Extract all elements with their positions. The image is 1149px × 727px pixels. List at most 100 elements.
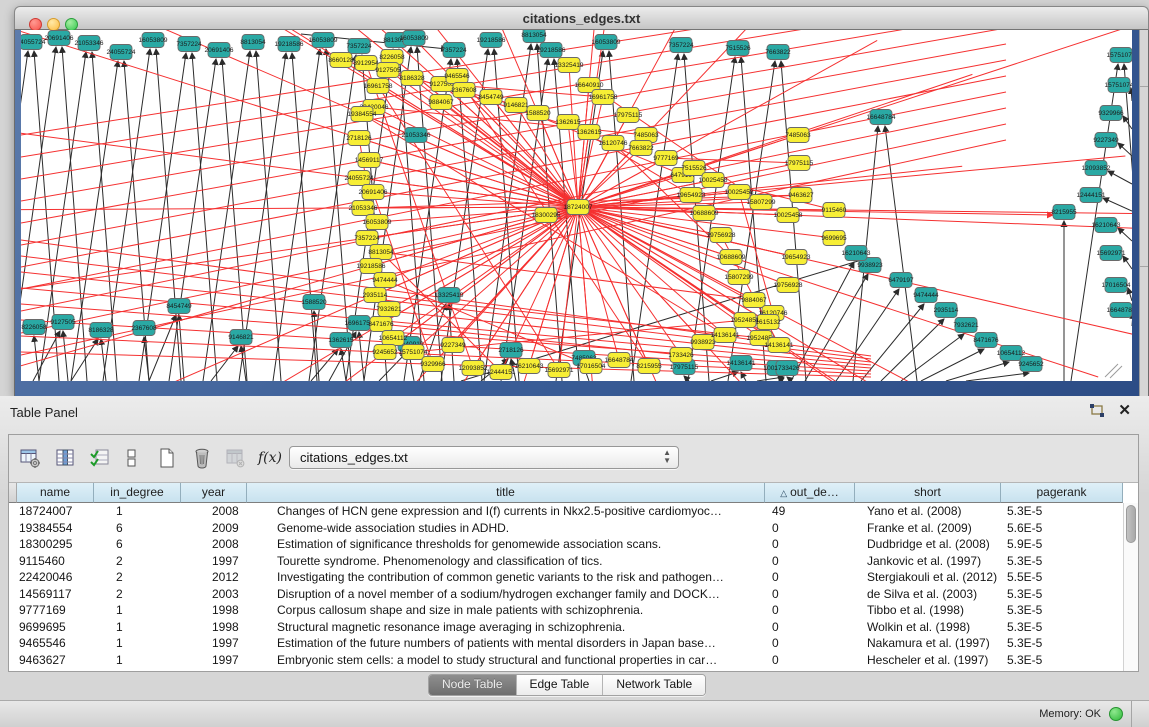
- graph-node[interactable]: 7485063: [785, 128, 811, 143]
- graph-edge[interactable]: [1108, 171, 1132, 184]
- graph-node[interactable]: 14136141: [711, 328, 740, 343]
- graph-node[interactable]: 16648784: [605, 353, 634, 368]
- graph-node[interactable]: 1362615: [328, 333, 354, 348]
- graph-node[interactable]: 7932621: [953, 318, 979, 333]
- graph-node[interactable]: 9127505: [375, 63, 401, 78]
- graph-node[interactable]: 7357224: [176, 37, 202, 52]
- graph-node[interactable]: 9777169: [653, 151, 679, 166]
- table-row[interactable]: 911546021997Tourette syndrome. Phenomeno…: [9, 553, 1123, 570]
- graph-node[interactable]: 20691406: [45, 31, 74, 46]
- graph-edge[interactable]: [21, 44, 1006, 223]
- graph-node[interactable]: 15807299: [725, 270, 754, 285]
- tab-network-table[interactable]: Network Table: [602, 675, 705, 695]
- graph-edge[interactable]: [966, 373, 1029, 381]
- graph-node[interactable]: 2718126: [346, 131, 372, 146]
- table-row[interactable]: 1938455462009Genome-wide association stu…: [9, 520, 1123, 537]
- graph-node[interactable]: 16210643: [1092, 218, 1121, 233]
- table-row[interactable]: 969969511998Structural magnetic resonanc…: [9, 619, 1123, 636]
- graph-edge[interactable]: [901, 334, 964, 381]
- graph-node[interactable]: 8660128: [328, 53, 354, 68]
- close-panel-icon[interactable]: ✕: [1118, 401, 1131, 419]
- graph-node[interactable]: 24055724: [107, 45, 136, 60]
- table-row[interactable]: 946362711997Embryonic stem cells: a mode…: [9, 652, 1123, 669]
- graph-node[interactable]: 21053346: [75, 36, 104, 51]
- graph-node[interactable]: 21053346: [349, 201, 378, 216]
- graph-node[interactable]: 8454749: [166, 299, 192, 314]
- graph-edge[interactable]: [62, 47, 87, 381]
- graph-node[interactable]: 7663822: [765, 45, 791, 60]
- graph-node[interactable]: 8813054: [521, 30, 547, 43]
- graph-node[interactable]: 8813054: [240, 35, 266, 50]
- column-header-short[interactable]: short: [855, 483, 1001, 503]
- graph-edge[interactable]: [578, 207, 1132, 381]
- graph-edge[interactable]: [1131, 88, 1132, 101]
- graph-node[interactable]: 9884067: [428, 95, 454, 110]
- graph-edge[interactable]: [179, 315, 184, 381]
- graph-node[interactable]: 9245652: [1018, 357, 1044, 372]
- graph-node[interactable]: 1733426: [668, 348, 694, 363]
- graph-node[interactable]: 19218586: [275, 37, 304, 52]
- table-row[interactable]: 977716911998Corpus callosum shape and si…: [9, 602, 1123, 619]
- graph-node[interactable]: 1362615: [555, 115, 581, 130]
- graph-node[interactable]: 16053809: [309, 33, 338, 48]
- graph-node[interactable]: 2367608: [451, 83, 477, 98]
- row-height-icon[interactable]: [119, 445, 145, 471]
- table-mode-icon[interactable]: [17, 445, 43, 471]
- tab-edge-table[interactable]: Edge Table: [516, 675, 603, 695]
- graph-node[interactable]: 17975115: [614, 108, 643, 123]
- graph-node[interactable]: 9474444: [913, 288, 939, 303]
- graph-node[interactable]: 8186328: [399, 71, 425, 86]
- graph-node[interactable]: 8215955: [636, 359, 662, 374]
- graph-node[interactable]: 8215955: [1051, 205, 1077, 220]
- graph-node[interactable]: 2367608: [131, 321, 157, 336]
- graph-node[interactable]: 19756928: [774, 278, 803, 293]
- graph-node[interactable]: 12444151: [487, 365, 516, 380]
- graph-edge[interactable]: [326, 49, 351, 381]
- graph-node[interactable]: 15751074: [1107, 48, 1132, 63]
- function-builder-icon[interactable]: f(x): [257, 445, 283, 471]
- graph-node[interactable]: 16053809: [592, 35, 621, 50]
- graph-node[interactable]: 15751074: [1105, 78, 1132, 93]
- graph-node[interactable]: 8471676: [973, 333, 999, 348]
- graph-node[interactable]: 2718126: [498, 343, 524, 358]
- graph-node[interactable]: 19756928: [707, 228, 736, 243]
- graph-node[interactable]: 8226058: [21, 320, 47, 335]
- graph-edge[interactable]: [578, 207, 788, 285]
- column-header-name[interactable]: name: [17, 483, 94, 503]
- graph-node[interactable]: 16961758: [589, 90, 618, 105]
- graph-node[interactable]: 12093852: [459, 361, 488, 376]
- graph-node[interactable]: 9227349: [1093, 133, 1119, 148]
- delete-column-icon[interactable]: [189, 445, 215, 471]
- scrollbar-thumb[interactable]: [1126, 505, 1136, 543]
- table-row[interactable]: 2242004622012Investigating the contribut…: [9, 569, 1123, 586]
- graph-node[interactable]: 7357224: [441, 43, 467, 58]
- graph-node[interactable]: 16648784: [1107, 303, 1132, 318]
- graph-node[interactable]: 1733426: [774, 361, 800, 376]
- graph-node[interactable]: 1362615: [576, 125, 602, 140]
- window-titlebar[interactable]: citations_edges.txt: [14, 6, 1149, 30]
- column-header-year[interactable]: year: [181, 483, 247, 503]
- graph-edge[interactable]: [836, 289, 899, 381]
- graph-node[interactable]: 14136141: [765, 338, 794, 353]
- graph-edge[interactable]: [156, 49, 181, 381]
- graph-node[interactable]: 19218586: [357, 259, 386, 274]
- graph-node[interactable]: 19218586: [537, 43, 566, 58]
- graph-edge[interactable]: [578, 97, 603, 207]
- graph-node[interactable]: 16053809: [363, 215, 392, 230]
- graph-node[interactable]: 8454749: [478, 90, 504, 105]
- table-row[interactable]: 946554611997Estimation of the future num…: [9, 635, 1123, 652]
- graph-node[interactable]: 16648784: [867, 110, 896, 125]
- graph-node[interactable]: 9465546: [444, 69, 470, 84]
- graph-node[interactable]: 16053809: [400, 31, 429, 46]
- graph-edge[interactable]: [393, 207, 578, 338]
- graph-node[interactable]: 9329966: [420, 357, 446, 372]
- table-row[interactable]: 1830029562008Estimation of significance …: [9, 536, 1123, 553]
- graph-node[interactable]: 9245652: [372, 345, 398, 360]
- graph-node[interactable]: 9146821: [228, 330, 254, 345]
- graph-node[interactable]: 16053809: [139, 33, 168, 48]
- graph-node[interactable]: 15807299: [747, 195, 776, 210]
- graph-node[interactable]: 10025458: [774, 208, 803, 223]
- column-header-pagerank[interactable]: pagerank: [1001, 483, 1123, 503]
- create-column-icon[interactable]: [154, 445, 180, 471]
- graph-edge[interactable]: [787, 377, 792, 381]
